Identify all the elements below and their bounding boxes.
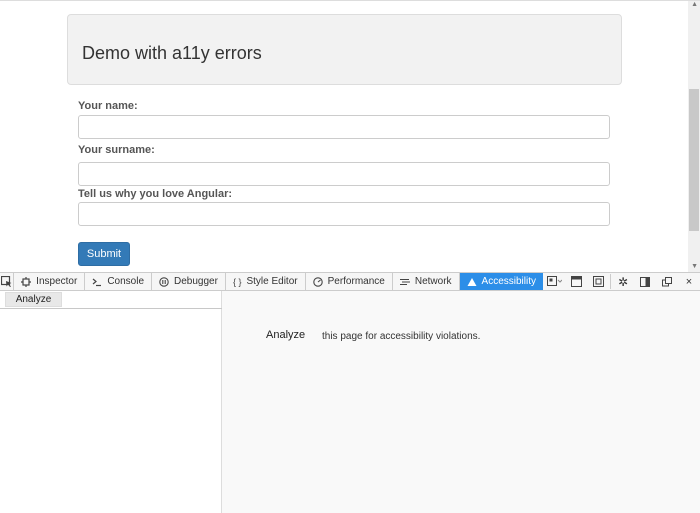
close-icon: ×	[685, 275, 693, 288]
page-header: Demo with a11y errors	[67, 14, 622, 85]
split-console-button[interactable]	[565, 273, 587, 290]
toolbar-divider	[610, 274, 611, 289]
inspector-icon	[21, 276, 32, 287]
element-picker-button[interactable]	[0, 273, 15, 290]
tab-label: Inspector	[36, 276, 78, 287]
angular-reason-label: Tell us why you love Angular:	[78, 188, 233, 200]
dock-side-button[interactable]	[634, 273, 656, 290]
gear-icon: ✲	[617, 274, 629, 289]
frame-picker-button[interactable]	[543, 273, 565, 290]
undock-icon	[662, 276, 672, 286]
page-viewport: Demo with a11y errors Your name: Your su…	[0, 0, 700, 272]
angular-reason-input[interactable]	[78, 202, 610, 226]
screenshot-icon	[592, 276, 604, 287]
surname-label: Your surname:	[78, 144, 155, 156]
analyze-link[interactable]: Analyze	[266, 329, 305, 341]
close-devtools-button[interactable]: ×	[678, 273, 700, 290]
dock-side-icon	[640, 276, 650, 287]
tab-label: Style Editor	[246, 276, 298, 287]
submit-button[interactable]: Submit	[78, 242, 130, 266]
tab-performance[interactable]: Performance	[306, 273, 393, 290]
tab-network[interactable]: Network	[393, 273, 460, 290]
page-title: Demo with a11y errors	[82, 43, 262, 63]
tab-debugger[interactable]: Debugger	[152, 273, 226, 290]
style-editor-icon: { }	[232, 276, 242, 287]
frame-picker-icon	[546, 276, 562, 286]
tab-label: Performance	[327, 276, 385, 287]
settings-button[interactable]: ✲	[612, 273, 634, 290]
tab-label: Console	[107, 276, 145, 287]
analyze-button[interactable]: Analyze	[5, 292, 62, 307]
surname-input[interactable]	[78, 162, 610, 186]
accessibility-results-pane: Analyze this page for accessibility viol…	[222, 291, 700, 513]
undock-button[interactable]	[656, 273, 678, 290]
page-scrollbar[interactable]: ▲ ▼	[688, 1, 700, 272]
network-icon	[399, 277, 410, 287]
screenshot-button[interactable]	[587, 273, 609, 290]
name-input[interactable]	[78, 115, 610, 139]
tab-style-editor[interactable]: { } Style Editor	[226, 273, 306, 290]
accessibility-icon	[467, 277, 477, 287]
scroll-up-icon[interactable]: ▲	[691, 1, 698, 8]
accessibility-sidebar: Analyze	[0, 291, 222, 513]
debugger-icon	[159, 276, 169, 287]
tab-label: Debugger	[174, 276, 218, 287]
sidebar-divider	[0, 308, 222, 309]
scroll-down-icon[interactable]: ▼	[691, 263, 698, 270]
console-icon	[92, 277, 102, 287]
analyze-description: this page for accessibility violations.	[322, 331, 481, 342]
devtools-tool-buttons: ✲ ×	[543, 273, 700, 290]
tab-label: Network	[414, 276, 452, 287]
tab-label: Accessibility	[481, 276, 536, 287]
name-label: Your name:	[78, 100, 138, 112]
tab-inspector[interactable]: Inspector	[14, 273, 86, 290]
split-console-icon	[570, 276, 582, 287]
devtools-toolbar: Inspector Console Debugger { } Style Edi…	[0, 272, 700, 291]
tab-accessibility[interactable]: Accessibility	[459, 273, 543, 290]
element-picker-icon	[1, 276, 12, 287]
tab-console[interactable]: Console	[85, 273, 153, 290]
scroll-thumb[interactable]	[689, 89, 699, 231]
performance-icon	[312, 276, 323, 287]
